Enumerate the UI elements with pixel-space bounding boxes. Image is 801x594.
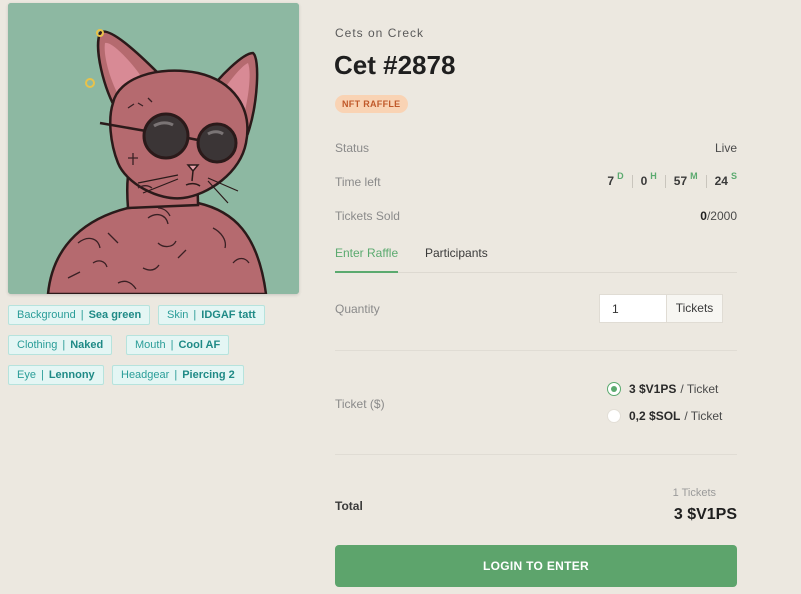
active-tab-indicator — [335, 271, 398, 273]
tab-participants[interactable]: Participants — [425, 246, 488, 260]
total-label: Total — [335, 499, 363, 513]
divider — [335, 350, 737, 351]
time-left-label: Time left — [335, 175, 381, 189]
tab-enter-raffle[interactable]: Enter Raffle — [335, 246, 398, 260]
cat-illustration — [8, 3, 299, 294]
countdown-minutes: 57 M — [673, 171, 698, 188]
status-value: Live — [714, 141, 737, 155]
countdown-days: 7D — [607, 171, 624, 188]
price-option-v1ps[interactable]: 3 $V1PS / Ticket — [607, 382, 718, 396]
total-value: 3 $V1PS — [673, 506, 737, 523]
raffle-badge: NFT RAFFLE — [335, 95, 408, 113]
status-label: Status — [335, 141, 370, 155]
collection-name: Cets on Creck — [335, 26, 425, 40]
trait-headgear: Headgear | Piercing 2 — [112, 365, 244, 385]
quantity-field: Tickets — [599, 294, 723, 323]
quantity-input[interactable] — [600, 295, 666, 322]
raffle-tabs: Enter Raffle Participants — [335, 244, 737, 273]
quantity-unit: Tickets — [666, 295, 722, 322]
tickets-sold-value: 0/2000 — [700, 209, 737, 223]
ticket-price-label: Ticket ($) — [335, 397, 385, 411]
trait-clothing: Clothing | Naked — [8, 335, 113, 355]
nft-image — [8, 3, 299, 294]
countdown: 7D 0H 57 M 24 S — [599, 171, 737, 188]
trait-skin: Skin | IDGAF tatt — [158, 305, 265, 325]
login-to-enter-button[interactable]: LOGIN TO ENTER — [335, 545, 737, 587]
radio-unselected[interactable] — [607, 409, 621, 423]
trait-eye: Eye | Lennony — [8, 365, 104, 385]
nft-title: Cet #2878 — [334, 50, 456, 80]
total-ticket-count: 1 Tickets — [672, 487, 716, 499]
quantity-label: Quantity — [335, 302, 380, 316]
countdown-seconds: 24 S — [714, 171, 737, 188]
trait-background: Background | Sea green — [8, 305, 151, 325]
price-option-sol[interactable]: 0,2 $SOL / Ticket — [607, 409, 722, 423]
countdown-hours: 0H — [640, 171, 657, 188]
tickets-sold-label: Tickets Sold — [335, 209, 400, 223]
divider — [335, 454, 737, 455]
trait-mouth: Mouth | Cool AF — [126, 335, 230, 355]
radio-selected[interactable] — [607, 382, 621, 396]
